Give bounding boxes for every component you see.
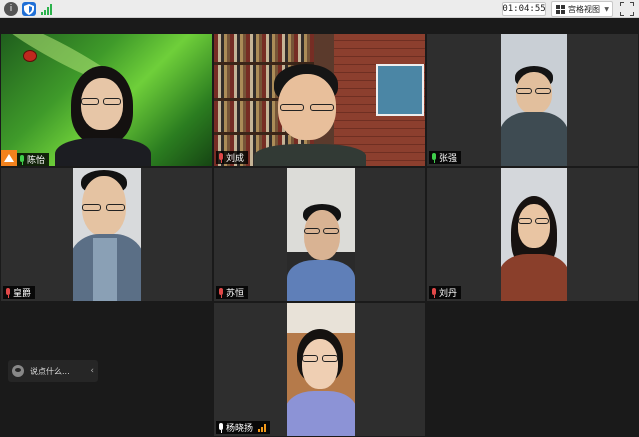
participant-name: 陈怡 — [27, 156, 46, 166]
participant-name-tag: 杨晓扬 — [216, 421, 271, 434]
mic-muted-icon — [431, 287, 437, 298]
participant-video — [287, 303, 355, 436]
chat-input[interactable]: 说点什么... ‹ — [8, 360, 98, 382]
host-badge-icon — [1, 150, 17, 166]
video-tile[interactable]: 张强 — [426, 33, 639, 167]
mic-icon — [218, 422, 224, 433]
empty-tile — [426, 302, 639, 437]
signal-strength-icon — [258, 423, 267, 432]
meeting-timer: 01:04:55 — [502, 2, 546, 16]
mic-icon — [19, 154, 25, 165]
participant-name: 刘丹 — [439, 289, 458, 299]
view-mode-label: 宫格视图 — [568, 4, 600, 14]
mic-muted-icon — [218, 287, 224, 298]
video-tile[interactable]: 刘成 — [213, 33, 426, 167]
participant-video — [501, 34, 567, 166]
participant-name: 刘成 — [226, 154, 245, 164]
participant-name: 皇爵 — [13, 289, 32, 299]
fullscreen-icon[interactable] — [620, 2, 634, 16]
mic-muted-icon — [218, 152, 224, 163]
grid-view-icon — [556, 4, 565, 14]
chevron-down-icon: ▼ — [604, 5, 609, 13]
top-toolbar: i 01:04:55 宫格视图 ▼ — [0, 0, 639, 18]
participant-video — [73, 168, 141, 301]
view-mode-dropdown[interactable]: 宫格视图 ▼ — [551, 1, 613, 17]
participant-name: 杨晓扬 — [226, 424, 254, 434]
video-tile[interactable]: 杨晓扬 — [213, 302, 426, 437]
participant-name: 张强 — [439, 154, 458, 164]
video-tile[interactable]: 苏恒 — [213, 167, 426, 302]
video-tile[interactable]: 陈怡 — [0, 33, 213, 167]
video-tile[interactable]: 皇爵 — [0, 167, 213, 302]
participant-name-tag: 刘丹 — [429, 286, 462, 299]
participant-name-tag: 刘成 — [216, 151, 249, 164]
participant-name-tag: 陈怡 — [17, 153, 50, 166]
participant-name-tag: 苏恒 — [216, 286, 249, 299]
info-icon[interactable]: i — [4, 2, 18, 16]
participant-name-tag: 张强 — [429, 151, 462, 164]
chat-placeholder: 说点什么... — [30, 366, 70, 376]
participant-video — [55, 62, 161, 166]
participant-video — [254, 64, 366, 166]
chevron-left-icon[interactable]: ‹ — [90, 366, 94, 376]
chat-icon — [12, 365, 24, 377]
mic-muted-icon — [5, 287, 11, 298]
toolbar-left-icons: i — [4, 2, 54, 16]
participant-name-tag: 皇爵 — [3, 286, 36, 299]
participant-name: 苏恒 — [226, 289, 245, 299]
shield-icon[interactable] — [22, 2, 36, 16]
signal-icon[interactable] — [40, 2, 54, 16]
ladybug-image — [23, 50, 37, 62]
video-tile[interactable]: 刘丹 — [426, 167, 639, 302]
participant-video — [501, 168, 567, 301]
mic-icon — [431, 152, 437, 163]
framed-picture — [376, 64, 424, 116]
participant-video — [287, 168, 355, 301]
